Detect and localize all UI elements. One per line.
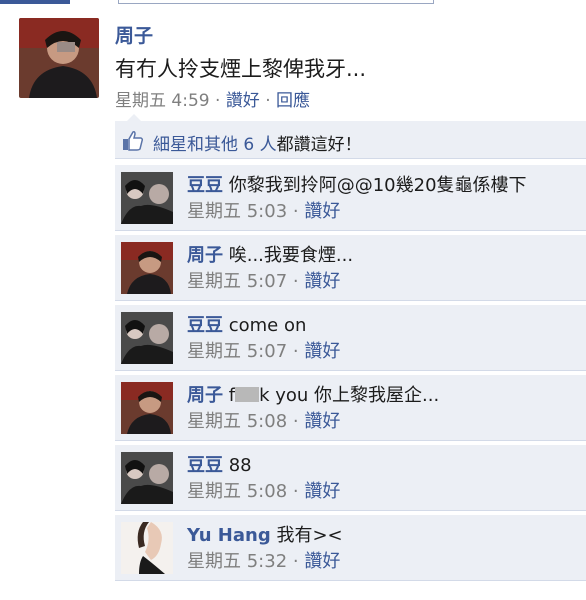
- post-timestamp[interactable]: 星期五 4:59: [115, 91, 210, 111]
- comment-text: 你黎我到拎阿@@10幾20隻龜係樓下: [228, 175, 527, 196]
- reply-link[interactable]: 回應: [276, 91, 310, 111]
- comment: 豆豆 88 星期五 5:08 · 讚好: [115, 445, 586, 511]
- separator: ·: [259, 91, 277, 111]
- comment: 周子 唉...我要食煙... 星期五 5:07 · 讚好: [115, 235, 586, 301]
- comment-text: 唉...我要食煙...: [228, 245, 354, 266]
- comment-like-link[interactable]: 讚好: [304, 271, 340, 292]
- comment-text: come on: [228, 315, 307, 336]
- comment-text: 88: [228, 455, 252, 476]
- comment-timestamp[interactable]: 星期五 5:07: [187, 271, 287, 292]
- comment-meta: 星期五 5:32 · 讚好: [187, 551, 341, 572]
- commenter-name[interactable]: 豆豆: [187, 455, 223, 476]
- comment-timestamp[interactable]: 星期五 5:08: [187, 481, 287, 502]
- commenter-avatar[interactable]: [121, 242, 173, 294]
- comment-text-suffix: k you 你上黎我屋企...: [259, 385, 440, 406]
- comment-like-link[interactable]: 讚好: [304, 201, 340, 222]
- comment-timestamp[interactable]: 星期五 5:32: [187, 551, 287, 572]
- thumbs-up-icon: [123, 131, 144, 151]
- comment-body: 豆豆 你黎我到拎阿@@10幾20隻龜係樓下: [187, 171, 527, 197]
- likers-link[interactable]: 細星和其他 6 人: [153, 135, 277, 155]
- comment: 周子 fk you 你上黎我屋企... 星期五 5:08 · 讚好: [115, 375, 586, 441]
- search-box-edge[interactable]: [118, 0, 434, 4]
- like-link[interactable]: 讚好: [226, 91, 260, 111]
- commenter-name[interactable]: Yu Hang: [187, 525, 271, 546]
- top-bar: [0, 0, 586, 5]
- censor-block: [235, 387, 260, 402]
- commenter-avatar[interactable]: [121, 312, 173, 364]
- separator: ·: [209, 91, 226, 111]
- comment-meta: 星期五 5:07 · 讚好: [187, 271, 341, 292]
- comment-body: Yu Hang 我有><: [187, 521, 343, 547]
- comment-timestamp[interactable]: 星期五 5:08: [187, 411, 287, 432]
- commenter-avatar[interactable]: [121, 452, 173, 504]
- comment-like-link[interactable]: 讚好: [304, 341, 340, 362]
- commenter-name[interactable]: 周子: [187, 245, 223, 266]
- comment: 豆豆 come on 星期五 5:07 · 讚好: [115, 305, 586, 371]
- post-author-avatar[interactable]: [19, 18, 99, 98]
- comment-body: 周子 fk you 你上黎我屋企...: [187, 381, 439, 407]
- comment-text: 我有><: [276, 525, 343, 546]
- post-meta: 星期五 4:59 · 讚好 · 回應: [115, 86, 310, 111]
- post-author-name[interactable]: 周子: [115, 21, 153, 48]
- commenter-avatar[interactable]: [121, 172, 173, 224]
- comment-meta: 星期五 5:08 · 讚好: [187, 481, 341, 502]
- comment: Yu Hang 我有>< 星期五 5:32 · 讚好: [115, 515, 586, 581]
- comment-meta: 星期五 5:07 · 讚好: [187, 341, 341, 362]
- comment: 豆豆 你黎我到拎阿@@10幾20隻龜係樓下 星期五 5:03 · 讚好: [115, 165, 586, 231]
- comment-body: 周子 唉...我要食煙...: [187, 241, 353, 267]
- comment-like-link[interactable]: 讚好: [304, 411, 340, 432]
- comment-timestamp[interactable]: 星期五 5:07: [187, 341, 287, 362]
- caret-up-icon: [127, 114, 141, 121]
- commenter-name[interactable]: 豆豆: [187, 175, 223, 196]
- commenter-name[interactable]: 周子: [187, 385, 223, 406]
- comment-meta: 星期五 5:03 · 讚好: [187, 201, 341, 222]
- likes-text: 細星和其他 6 人都讚這好！: [153, 130, 362, 155]
- comment-body: 豆豆 come on: [187, 311, 306, 337]
- comment-timestamp[interactable]: 星期五 5:03: [187, 201, 287, 222]
- header-strip: [0, 0, 70, 4]
- comment-like-link[interactable]: 讚好: [304, 481, 340, 502]
- likes-summary: 細星和其他 6 人都讚這好！: [115, 114, 586, 159]
- commenter-name[interactable]: 豆豆: [187, 315, 223, 336]
- comment-meta: 星期五 5:08 · 讚好: [187, 411, 341, 432]
- commenter-avatar[interactable]: [121, 382, 173, 434]
- commenter-avatar[interactable]: [121, 522, 173, 574]
- comment-like-link[interactable]: 讚好: [304, 551, 340, 572]
- likes-suffix: 都讚這好！: [276, 135, 362, 155]
- post-text: 有冇人拎支煙上黎俾我牙...: [115, 57, 367, 81]
- comment-body: 豆豆 88: [187, 451, 252, 477]
